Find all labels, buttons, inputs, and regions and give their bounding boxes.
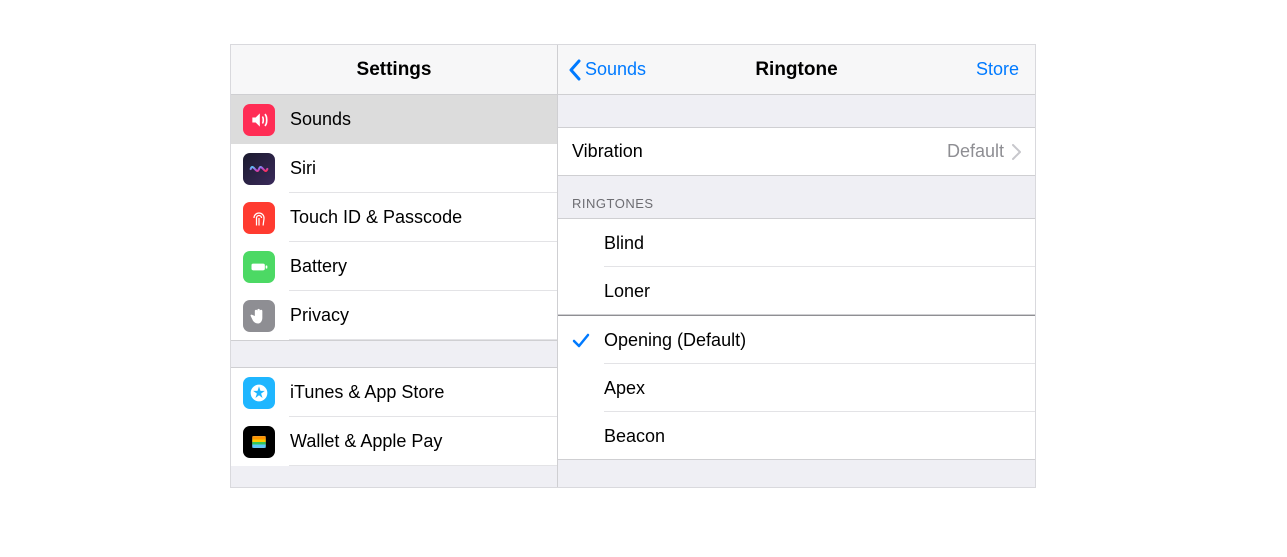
vibration-row[interactable]: Vibration Default bbox=[558, 127, 1035, 176]
sidebar-header: Settings bbox=[231, 45, 557, 95]
ringtone-label: Loner bbox=[604, 281, 650, 302]
back-button[interactable]: Sounds bbox=[568, 45, 646, 94]
ringtone-row[interactable]: Apex bbox=[558, 364, 1035, 412]
sidebar-item-label: iTunes & App Store bbox=[290, 382, 444, 403]
ringtone-row[interactable]: Beacon bbox=[558, 412, 1035, 460]
sidebar-group-gap bbox=[231, 340, 557, 368]
back-label: Sounds bbox=[585, 59, 646, 80]
store-button[interactable]: Store bbox=[976, 45, 1019, 94]
sidebar-item-label: Sounds bbox=[290, 109, 351, 130]
builtin-ringtones-list: Opening (Default) Apex Beacon bbox=[558, 316, 1035, 460]
sidebar-item-siri[interactable]: Siri bbox=[231, 144, 557, 193]
detail-pane: Sounds Ringtone Store Vibration Default … bbox=[558, 45, 1035, 487]
fingerprint-icon bbox=[243, 202, 275, 234]
vibration-value: Default bbox=[947, 141, 1004, 162]
sidebar-title: Settings bbox=[357, 59, 432, 81]
sidebar-item-label: Battery bbox=[290, 256, 347, 277]
speaker-icon bbox=[243, 104, 275, 136]
ringtones-section-header: RINGTONES bbox=[558, 176, 1035, 218]
ringtone-row[interactable]: Loner bbox=[558, 267, 1035, 315]
sidebar-item-sounds[interactable]: Sounds bbox=[231, 95, 557, 144]
sidebar-item-battery[interactable]: Battery bbox=[231, 242, 557, 291]
settings-sidebar: Settings Sounds Siri Touch ID & Passcode Ba… bbox=[231, 45, 558, 487]
ringtone-label: Apex bbox=[604, 378, 645, 399]
ringtone-row[interactable]: Blind bbox=[558, 219, 1035, 267]
settings-split-view: Settings Sounds Siri Touch ID & Passcode Ba… bbox=[230, 44, 1036, 488]
chevron-left-icon bbox=[568, 59, 581, 81]
section-gap bbox=[558, 95, 1035, 127]
sidebar-item-label: Siri bbox=[290, 158, 316, 179]
sidebar-group-1: Sounds Siri Touch ID & Passcode Battery Priv… bbox=[231, 95, 557, 340]
ringtone-label: Opening (Default) bbox=[604, 330, 746, 351]
battery-icon bbox=[243, 251, 275, 283]
appstore-icon bbox=[243, 377, 275, 409]
hand-icon bbox=[243, 300, 275, 332]
chevron-right-icon bbox=[1012, 144, 1021, 160]
sidebar-item-label: Wallet & Apple Pay bbox=[290, 431, 442, 452]
sidebar-item-wallet[interactable]: Wallet & Apple Pay bbox=[231, 417, 557, 466]
siri-icon bbox=[243, 153, 275, 185]
ringtone-label: Beacon bbox=[604, 426, 665, 447]
sidebar-item-itunes[interactable]: iTunes & App Store bbox=[231, 368, 557, 417]
sidebar-item-label: Privacy bbox=[290, 305, 349, 326]
ringtone-label: Blind bbox=[604, 233, 644, 254]
checkmark-icon bbox=[572, 331, 590, 349]
vibration-label: Vibration bbox=[572, 141, 947, 162]
detail-header: Sounds Ringtone Store bbox=[558, 45, 1035, 95]
custom-ringtones-list: Blind Loner bbox=[558, 218, 1035, 315]
wallet-icon bbox=[243, 426, 275, 458]
ringtone-row[interactable]: Opening (Default) bbox=[558, 316, 1035, 364]
sidebar-item-label: Touch ID & Passcode bbox=[290, 207, 462, 228]
sidebar-group-2: iTunes & App Store Wallet & Apple Pay bbox=[231, 368, 557, 466]
sidebar-item-privacy[interactable]: Privacy bbox=[231, 291, 557, 340]
sidebar-item-touchid[interactable]: Touch ID & Passcode bbox=[231, 193, 557, 242]
